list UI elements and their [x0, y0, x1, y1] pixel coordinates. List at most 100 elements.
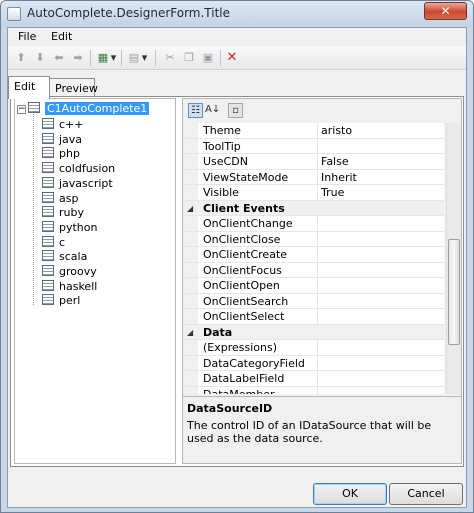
menu-edit[interactable]: Edit	[51, 30, 72, 43]
tree-item[interactable]: python	[42, 220, 97, 235]
column-divider	[317, 169, 318, 184]
property-value[interactable]: True	[321, 186, 344, 199]
alphabetical-sort-icon[interactable]: A↓	[205, 103, 220, 118]
property-name: ViewStateMode	[203, 170, 289, 184]
tree-item[interactable]: c	[42, 235, 65, 250]
tree-item[interactable]: haskell	[42, 279, 97, 294]
property-value[interactable]: aristo	[321, 124, 352, 137]
list-item-icon	[42, 206, 54, 218]
tree-item-label: asp	[59, 191, 79, 205]
cut-icon[interactable]: ✂	[163, 51, 177, 65]
property-row[interactable]: DataMember	[183, 386, 444, 394]
list-item-icon	[42, 220, 54, 232]
tab-strip: Edit Preview	[8, 76, 466, 99]
tree-item[interactable]: coldfusion	[42, 162, 115, 176]
item-tree[interactable]: − C1AutoComplete1 c++ java php coldfusion jav…	[14, 98, 176, 464]
tab-edit[interactable]: Edit	[8, 76, 50, 99]
property-category-row[interactable]: ◢ Client Events	[183, 200, 444, 216]
property-value[interactable]: Inherit	[321, 171, 357, 184]
property-row[interactable]: OnClientCreate	[183, 247, 444, 263]
tree-item[interactable]: asp	[42, 191, 79, 206]
copy-icon[interactable]: ❐	[182, 51, 196, 65]
property-name: Theme	[203, 124, 241, 137]
toolbar-separator	[90, 50, 91, 66]
tree-item-label: javascript	[59, 176, 113, 190]
row-gutter	[183, 278, 198, 293]
list-item-icon	[42, 132, 54, 144]
tree-item[interactable]: perl	[42, 294, 80, 308]
property-row[interactable]: OnClientChange	[183, 216, 444, 232]
row-gutter	[183, 293, 198, 308]
tree-connector-lines	[33, 111, 41, 305]
dialog-footer: OK Cancel	[8, 467, 466, 507]
menu-file[interactable]: File	[18, 30, 36, 43]
tree-item[interactable]: scala	[42, 250, 87, 264]
tree-root-node[interactable]: − C1AutoComplete1	[17, 102, 150, 116]
tree-item[interactable]: ruby	[42, 206, 84, 220]
collapse-category-icon[interactable]: ◢	[187, 328, 193, 337]
column-divider	[317, 247, 318, 262]
property-row[interactable]: OnClientSearch	[183, 293, 444, 309]
tree-item[interactable]: java	[42, 132, 83, 147]
move-left-icon[interactable]: ⬅	[52, 51, 66, 65]
row-gutter	[183, 216, 198, 231]
title-bar[interactable]: AutoComplete.DesignerForm.Title ✕	[1, 1, 473, 27]
move-down-icon[interactable]: ⬇	[33, 51, 47, 65]
delete-icon[interactable]: ✕	[225, 51, 239, 65]
property-grid-scrollbar[interactable]	[446, 123, 461, 394]
property-value[interactable]: False	[321, 155, 349, 168]
tree-item-label: java	[59, 132, 83, 146]
collapse-icon[interactable]: −	[17, 105, 26, 114]
column-divider	[317, 340, 318, 355]
insert-item-icon[interactable]: ▤	[127, 51, 141, 65]
property-grid-toolbar: ☷ A↓ ▫	[183, 99, 461, 122]
column-divider	[317, 355, 318, 370]
property-row[interactable]: DataLabelField	[183, 371, 444, 387]
tree-item-label: groovy	[59, 265, 97, 278]
move-up-icon[interactable]: ⬆	[14, 51, 28, 65]
tree-item[interactable]: php	[42, 147, 80, 161]
property-category-row[interactable]: ◢ Data	[183, 324, 444, 340]
property-name: (Expressions)	[203, 341, 278, 354]
property-row[interactable]: Theme aristo	[183, 123, 444, 139]
toolbar-separator	[220, 50, 221, 66]
property-row[interactable]: OnClientFocus	[183, 262, 444, 278]
property-row[interactable]: (Expressions)	[183, 340, 444, 356]
paste-icon[interactable]: ▣	[201, 51, 215, 65]
property-pages-icon[interactable]: ▫	[228, 103, 243, 118]
property-row[interactable]: Visible True	[183, 185, 444, 201]
move-right-icon[interactable]: ➡	[71, 51, 85, 65]
column-divider	[317, 216, 318, 231]
row-gutter	[183, 371, 198, 386]
property-help-panel: DataSourceID The control ID of an IDataS…	[183, 396, 461, 463]
scrollbar-thumb[interactable]	[448, 239, 460, 345]
row-gutter	[183, 386, 198, 394]
tree-item[interactable]: c++	[42, 118, 83, 132]
ok-button[interactable]: OK	[313, 483, 387, 505]
chevron-down-icon[interactable]: ▾	[140, 51, 149, 65]
tab-preview[interactable]: Preview	[49, 78, 98, 98]
property-row[interactable]: ViewStateMode Inherit	[183, 169, 444, 185]
list-item-icon	[42, 250, 54, 262]
list-item-icon	[42, 279, 54, 291]
property-row[interactable]: OnClientOpen	[183, 278, 444, 294]
collapse-category-icon[interactable]: ◢	[187, 204, 193, 213]
row-gutter	[183, 123, 198, 138]
cancel-button[interactable]: Cancel	[389, 483, 463, 505]
list-item-icon	[42, 191, 54, 203]
tree-item[interactable]: javascript	[42, 176, 113, 191]
tree-item[interactable]: groovy	[42, 265, 97, 279]
property-row[interactable]: DataCategoryField	[183, 355, 444, 371]
column-divider	[317, 371, 318, 386]
close-button[interactable]: ✕	[424, 2, 467, 20]
tree-item-label: scala	[59, 250, 88, 264]
property-row[interactable]: UseCDN False	[183, 154, 444, 170]
property-row[interactable]: ToolTip	[183, 138, 444, 154]
categorized-view-icon[interactable]: ☷	[188, 103, 203, 118]
row-gutter	[183, 309, 198, 324]
help-description: The control ID of an IDataSource that wi…	[187, 419, 432, 445]
property-row[interactable]: OnClientClose	[183, 231, 444, 247]
chevron-down-icon[interactable]: ▾	[109, 51, 118, 65]
add-item-icon[interactable]: ▦	[96, 51, 110, 65]
property-row[interactable]: OnClientSelect	[183, 309, 444, 325]
